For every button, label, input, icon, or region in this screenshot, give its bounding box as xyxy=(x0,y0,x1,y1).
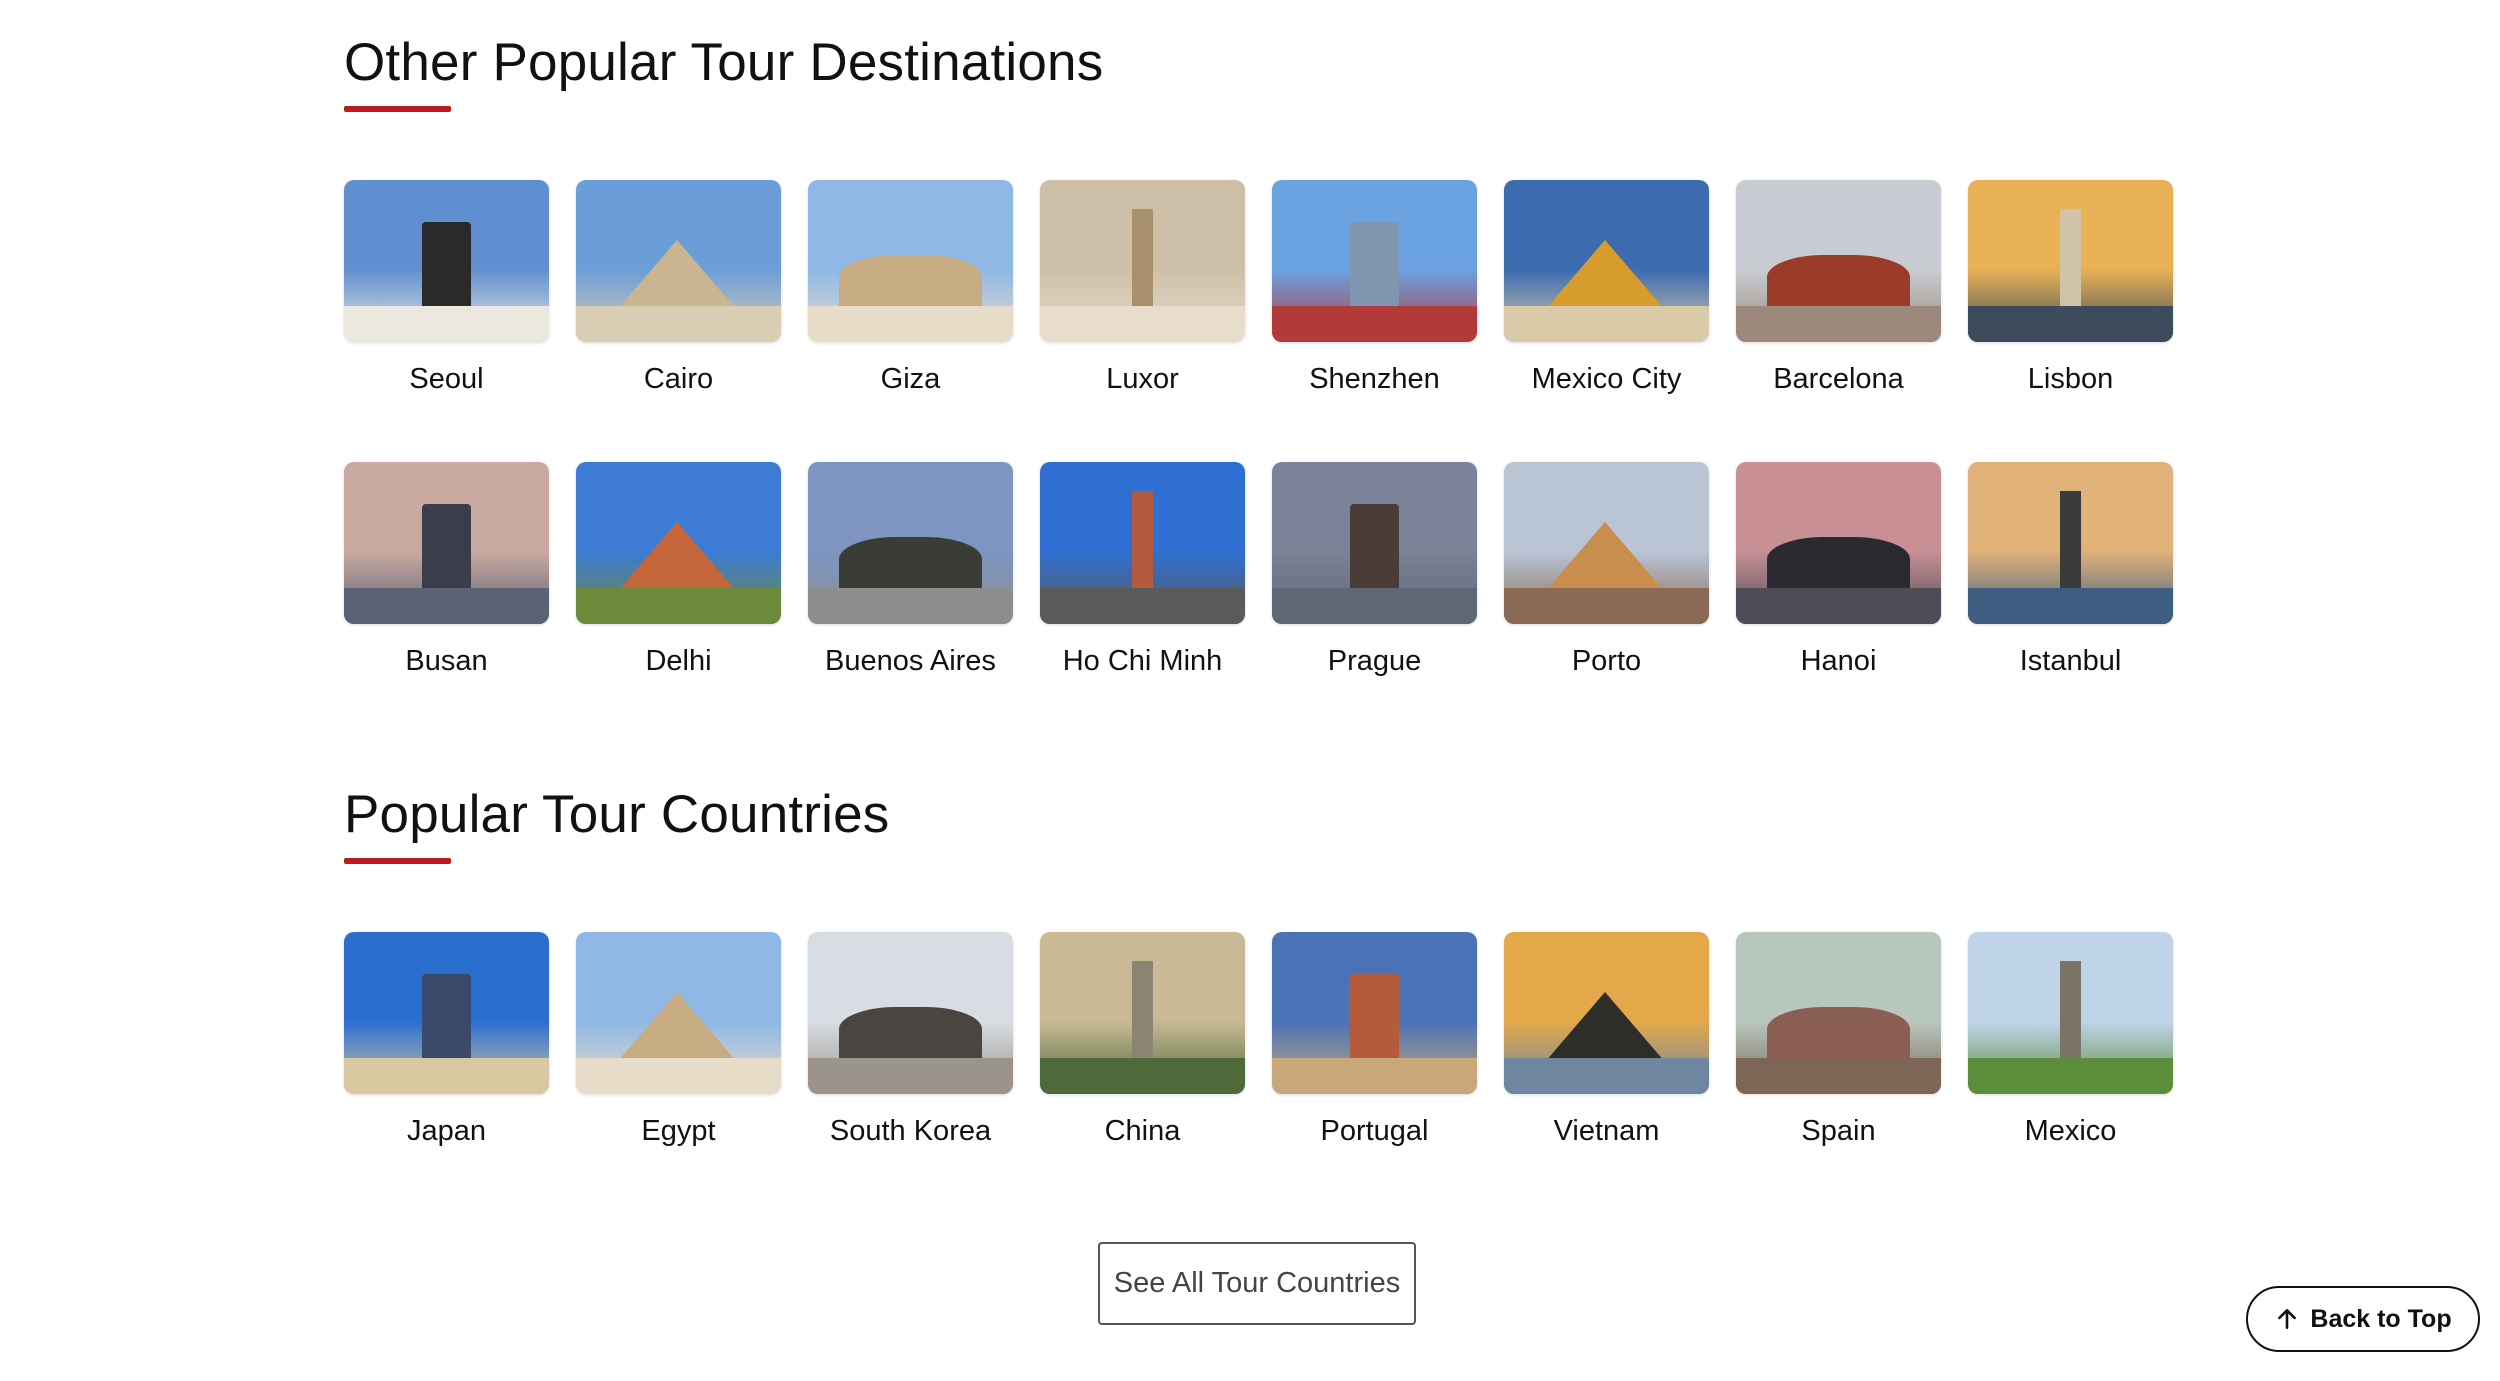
tour-card-label[interactable]: Shenzhen xyxy=(1272,362,1477,397)
tour-card[interactable]: Japan xyxy=(344,932,549,1162)
tour-card[interactable]: Spain xyxy=(1736,932,1941,1162)
mexico-pyramid-photo[interactable] xyxy=(1968,932,2173,1094)
countries-section-header: Popular Tour Countries xyxy=(344,785,890,864)
china-great-wall-photo[interactable] xyxy=(1040,932,1245,1094)
istanbul-skyline-photo[interactable] xyxy=(1968,462,2173,624)
tour-card[interactable]: South Korea xyxy=(808,932,1013,1162)
arrow-up-icon xyxy=(2278,1309,2297,1329)
tour-card-label[interactable]: Buenos Aires xyxy=(808,644,1013,679)
tour-card-label[interactable]: Mexico xyxy=(1968,1114,2173,1149)
tour-card[interactable]: Buenos Aires xyxy=(808,462,1013,692)
tour-card[interactable]: Barcelona xyxy=(1736,180,1941,410)
south-korea-hanok-photo[interactable] xyxy=(808,932,1013,1094)
spain-cathedral-photo[interactable] xyxy=(1736,932,1941,1094)
hanoi-bay-photo[interactable] xyxy=(1736,462,1941,624)
destinations-section-header: Other Popular Tour Destinations xyxy=(344,33,1104,112)
tour-card-label[interactable]: Delhi xyxy=(576,644,781,679)
prague-bridge-photo[interactable] xyxy=(1272,462,1477,624)
tour-card-label[interactable]: Ho Chi Minh xyxy=(1040,644,1245,679)
tour-card-label[interactable]: Istanbul xyxy=(1968,644,2173,679)
tour-card-label[interactable]: Cairo xyxy=(576,362,781,397)
tour-card[interactable]: Shenzhen xyxy=(1272,180,1477,410)
countries-section-title: Popular Tour Countries xyxy=(344,785,890,844)
title-underline xyxy=(344,106,451,112)
barcelona-plaza-photo[interactable] xyxy=(1736,180,1941,342)
seoul-gate-photo[interactable] xyxy=(344,180,549,342)
tour-card[interactable]: Busan xyxy=(344,462,549,692)
tour-card[interactable]: Giza xyxy=(808,180,1013,410)
tour-card-label[interactable]: Lisbon xyxy=(1968,362,2173,397)
tour-card[interactable]: Cairo xyxy=(576,180,781,410)
busan-harbor-photo[interactable] xyxy=(344,462,549,624)
tour-card[interactable]: Prague xyxy=(1272,462,1477,692)
tour-card-label[interactable]: Japan xyxy=(344,1114,549,1149)
tour-card[interactable]: Egypt xyxy=(576,932,781,1162)
egypt-pyramids-photo[interactable] xyxy=(576,932,781,1094)
tour-card-label[interactable]: Giza xyxy=(808,362,1013,397)
tour-card[interactable]: Mexico xyxy=(1968,932,2173,1162)
tour-card[interactable]: Portugal xyxy=(1272,932,1477,1162)
tour-card-label[interactable]: Hanoi xyxy=(1736,644,1941,679)
tour-card-label[interactable]: Portugal xyxy=(1272,1114,1477,1149)
tour-card[interactable]: Vietnam xyxy=(1504,932,1709,1162)
tour-card-label[interactable]: Seoul xyxy=(344,362,549,397)
tour-card-label[interactable]: Barcelona xyxy=(1736,362,1941,397)
tour-card-label[interactable]: Busan xyxy=(344,644,549,679)
tour-card-label[interactable]: China xyxy=(1040,1114,1245,1149)
shenzhen-skyline-photo[interactable] xyxy=(1272,180,1477,342)
tour-card-label[interactable]: Spain xyxy=(1736,1114,1941,1149)
destinations-grid: Seoul Cairo Giza Luxor Shenzhen Mexico City Ba… xyxy=(344,180,2173,692)
giza-pyramids-photo[interactable] xyxy=(808,180,1013,342)
portugal-town-photo[interactable] xyxy=(1272,932,1477,1094)
tour-card[interactable]: Seoul xyxy=(344,180,549,410)
lisbon-tower-photo[interactable] xyxy=(1968,180,2173,342)
cairo-mosque-photo[interactable] xyxy=(576,180,781,342)
porto-houses-photo[interactable] xyxy=(1504,462,1709,624)
tour-card-label[interactable]: Mexico City xyxy=(1504,362,1709,397)
vietnam-salt-field-photo[interactable] xyxy=(1504,932,1709,1094)
tour-card[interactable]: Hanoi xyxy=(1736,462,1941,692)
tour-card-label[interactable]: Porto xyxy=(1504,644,1709,679)
buenos-aires-statue-photo[interactable] xyxy=(808,462,1013,624)
tour-card[interactable]: Delhi xyxy=(576,462,781,692)
japan-fuji-photo[interactable] xyxy=(344,932,549,1094)
countries-grid: Japan Egypt South Korea China Portugal Vietna… xyxy=(344,932,2173,1162)
tour-card-label[interactable]: South Korea xyxy=(808,1114,1013,1149)
see-all-tour-countries-button[interactable]: See All Tour Countries xyxy=(1098,1242,1416,1325)
tour-card-label[interactable]: Luxor xyxy=(1040,362,1245,397)
destinations-section-title: Other Popular Tour Destinations xyxy=(344,33,1104,92)
tour-card-label[interactable]: Egypt xyxy=(576,1114,781,1149)
delhi-minar-photo[interactable] xyxy=(576,462,781,624)
ho-chi-minh-cathedral-photo[interactable] xyxy=(1040,462,1245,624)
tour-card-label[interactable]: Vietnam xyxy=(1504,1114,1709,1149)
tour-card[interactable]: Porto xyxy=(1504,462,1709,692)
tour-card[interactable]: China xyxy=(1040,932,1245,1162)
tour-card[interactable]: Istanbul xyxy=(1968,462,2173,692)
tour-card-label[interactable]: Prague xyxy=(1272,644,1477,679)
luxor-temple-photo[interactable] xyxy=(1040,180,1245,342)
tour-card[interactable]: Mexico City xyxy=(1504,180,1709,410)
mexico-city-palace-photo[interactable] xyxy=(1504,180,1709,342)
tour-card[interactable]: Ho Chi Minh xyxy=(1040,462,1245,692)
tour-card[interactable]: Luxor xyxy=(1040,180,1245,410)
back-to-top-button[interactable]: Back to Top xyxy=(2246,1286,2480,1352)
back-to-top-label: Back to Top xyxy=(2310,1304,2452,1333)
title-underline xyxy=(344,858,451,864)
tour-card[interactable]: Lisbon xyxy=(1968,180,2173,410)
